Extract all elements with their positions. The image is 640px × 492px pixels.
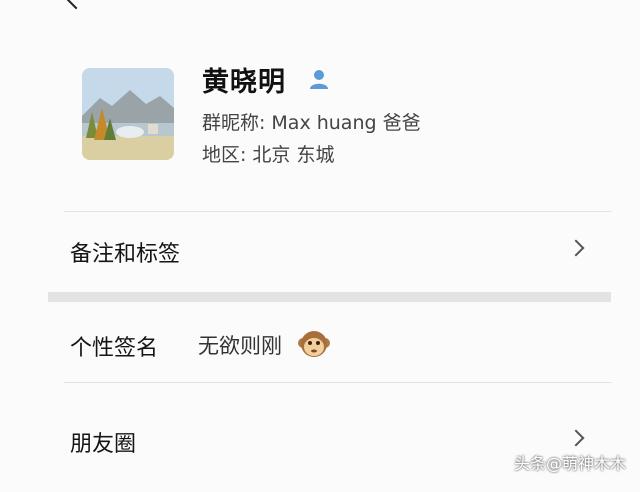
- profile-header: 黄晓明 群昵称: Max huang 爸爸 地区: 北京 东城: [82, 67, 562, 168]
- watermark: 头条@萌神木木: [513, 454, 626, 473]
- region-line: 地区: 北京 东城: [202, 140, 334, 167]
- group-nickname-value: Max huang 爸爸: [271, 112, 421, 134]
- group-nickname-label: 群昵称:: [202, 112, 266, 134]
- signature-row: 个性签名 无欲则刚: [70, 326, 590, 366]
- signature-value: 无欲则刚: [198, 334, 282, 358]
- moments-row[interactable]: 朋友圈: [70, 422, 590, 462]
- back-icon[interactable]: [64, 0, 88, 10]
- contact-profile-page: 黄晓明 群昵称: Max huang 爸爸 地区: 北京 东城 备注和标签 个性签名…: [0, 0, 640, 492]
- chevron-right-icon: [567, 239, 585, 257]
- contact-name: 黄晓明: [202, 67, 286, 98]
- divider: [64, 211, 612, 212]
- group-nickname-line: 群昵称: Max huang 爸爸: [202, 108, 421, 135]
- person-icon: [310, 70, 328, 89]
- monkey-face-icon: [298, 331, 330, 357]
- avatar[interactable]: [82, 68, 174, 160]
- region-label: 地区:: [202, 144, 247, 166]
- section-separator: [48, 292, 611, 302]
- region-value: 北京 东城: [252, 144, 335, 166]
- remark-and-tags-row[interactable]: 备注和标签: [70, 232, 590, 272]
- divider: [64, 382, 612, 383]
- remark-and-tags-label: 备注和标签: [70, 242, 181, 267]
- signature-label: 个性签名: [70, 336, 159, 361]
- landscape-avatar-icon: [82, 68, 174, 160]
- moments-label: 朋友圈: [70, 432, 137, 457]
- chevron-right-icon: [567, 429, 585, 447]
